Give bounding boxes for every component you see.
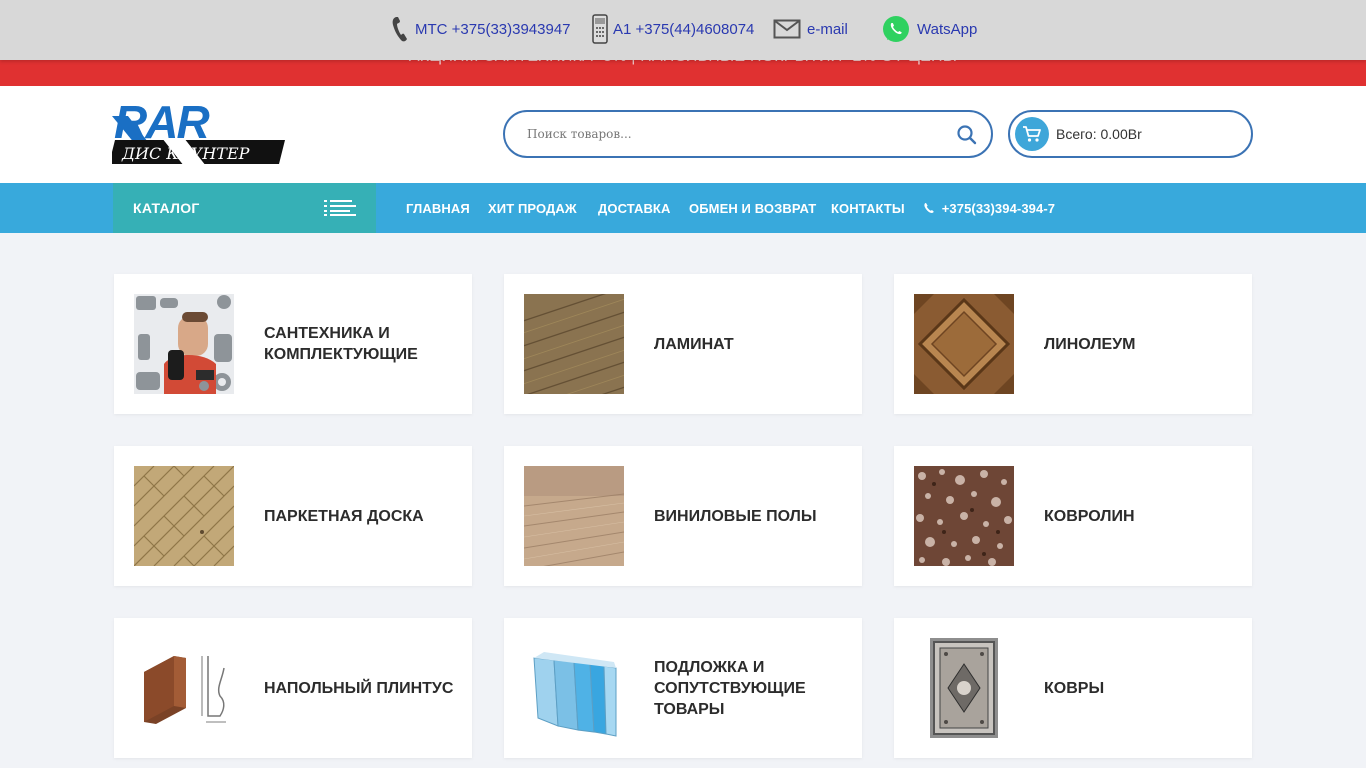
category-title: ПАРКЕТНАЯ ДОСКА	[264, 507, 424, 525]
a1-phone-link[interactable]: А1 +375(44)4608074	[591, 14, 754, 44]
cart-total: Всего: 0.00Br	[1056, 126, 1142, 142]
hamburger-menu-icon	[324, 200, 356, 216]
underlay-image	[524, 638, 624, 738]
site-logo[interactable]: RAR ДИС КАУНТЕР	[109, 96, 300, 168]
catalog-button[interactable]: КАТАЛОГ	[113, 183, 376, 233]
cart-widget[interactable]: Всего: 0.00Br	[1008, 110, 1253, 158]
vinyl-image	[524, 466, 624, 566]
category-card-vinyl[interactable]: ВИНИЛОВЫЕ ПОЛЫ	[504, 446, 862, 586]
whatsapp-link[interactable]: WatsApp	[881, 14, 977, 44]
contact-bar: МТС +375(33)3943947 А1 +375(44)4608074 e…	[0, 0, 1366, 60]
linoleum-image	[914, 294, 1014, 394]
whatsapp-text: WatsApp	[917, 20, 978, 38]
rug-image	[914, 638, 1014, 738]
search-input[interactable]	[527, 124, 937, 144]
email-link[interactable]: e-mail	[773, 14, 848, 44]
mobile-phone-icon	[591, 14, 609, 44]
category-card-carpet[interactable]: КОВРОЛИН	[894, 446, 1252, 586]
category-card-rug[interactable]: КОВРЫ	[894, 618, 1252, 758]
category-card-skirting[interactable]: НАПОЛЬНЫЙ ПЛИНТУС	[114, 618, 472, 758]
category-title: ЛАМИНАТ	[654, 335, 734, 353]
search-icon[interactable]	[955, 123, 979, 147]
category-title: НАПОЛЬНЫЙ ПЛИНТУС	[264, 679, 454, 697]
category-card-parquet[interactable]: ПАРКЕТНАЯ ДОСКА	[114, 446, 472, 586]
category-title: ПОДЛОЖКА И СОПУТСТВУЮЩИЕ ТОВАРЫ	[654, 658, 806, 718]
main-nav: КАТАЛОГ ГЛАВНАЯ ХИТ ПРОДАЖ ДОСТАВКА ОБМЕ…	[0, 183, 1366, 233]
plumbing-image	[134, 294, 234, 394]
mts-phone-link[interactable]: МТС +375(33)3943947	[391, 14, 571, 44]
skirting-image	[134, 638, 234, 738]
category-card-linoleum[interactable]: ЛИНОЛЕУМ	[894, 274, 1252, 414]
catalog-label: КАТАЛОГ	[133, 200, 200, 216]
nav-phone-text: +375(33)394-394-7	[941, 201, 1056, 216]
category-title: КОВРОЛИН	[1044, 507, 1135, 525]
nav-phone-link[interactable]: +375(33)394-394-7	[923, 201, 1055, 217]
a1-phone-text: А1 +375(44)4608074	[613, 20, 755, 38]
category-card-plumbing[interactable]: САНТЕХНИКА И КОМПЛЕКТУЮЩИЕ	[114, 274, 472, 414]
parquet-image	[134, 466, 234, 566]
category-title: ВИНИЛОВЫЕ ПОЛЫ	[654, 507, 817, 525]
nav-item-returns[interactable]: ОБМЕН И ВОЗВРАТ	[689, 201, 816, 216]
logo-subtitle: ДИС КАУНТЕР	[121, 144, 250, 163]
category-title: САНТЕХНИКА И КОМПЛЕКТУЮЩИЕ	[264, 325, 418, 363]
category-card-laminate[interactable]: ЛАМИНАТ	[504, 274, 862, 414]
nav-item-home[interactable]: ГЛАВНАЯ	[406, 201, 470, 216]
nav-item-delivery[interactable]: ДОСТАВКА	[598, 201, 670, 216]
whatsapp-icon	[881, 14, 911, 44]
nav-item-bestsellers[interactable]: ХИТ ПРОДАЖ	[488, 201, 577, 216]
phone-icon	[923, 202, 935, 217]
carpet-image	[914, 466, 1014, 566]
category-title: ЛИНОЛЕУМ	[1044, 335, 1136, 353]
laminate-image	[524, 294, 624, 394]
nav-item-contacts[interactable]: КОНТАКТЫ	[831, 201, 905, 216]
search-box	[503, 110, 993, 158]
mts-phone-text: МТС +375(33)3943947	[415, 20, 571, 38]
email-text: e-mail	[807, 20, 848, 38]
phone-handset-icon	[391, 15, 411, 43]
site-header: RAR ДИС КАУНТЕР Всего: 0.00Br	[0, 86, 1366, 183]
shopping-cart-icon	[1015, 117, 1049, 151]
category-title: КОВРЫ	[1044, 679, 1105, 697]
category-card-underlay[interactable]: ПОДЛОЖКА И СОПУТСТВУЮЩИЕ ТОВАРЫ	[504, 618, 862, 758]
envelope-icon	[773, 19, 801, 39]
